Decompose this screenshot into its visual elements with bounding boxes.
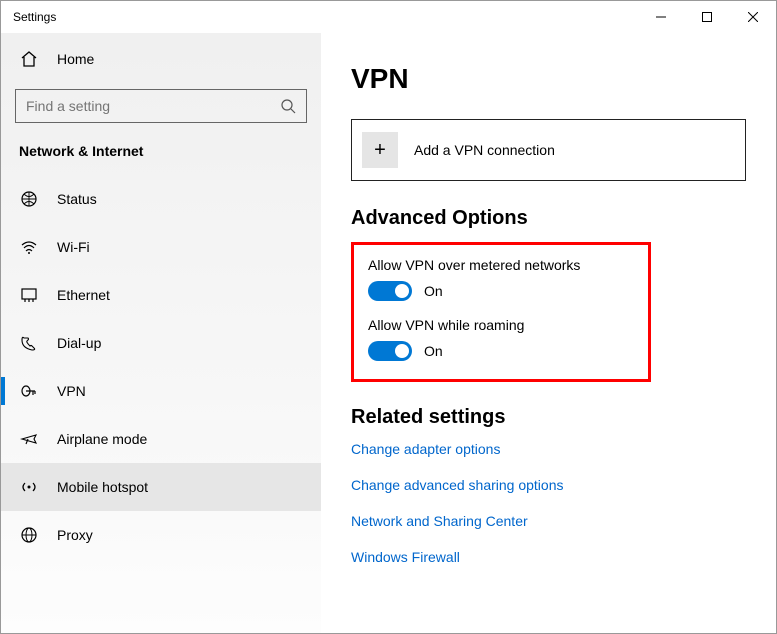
sidebar-item-label: Ethernet [57,287,110,303]
sidebar-item-hotspot[interactable]: Mobile hotspot [1,463,321,511]
window-title: Settings [1,10,638,24]
search-field[interactable] [26,98,280,114]
link-sharing-options[interactable]: Change advanced sharing options [351,477,746,493]
sidebar-item-proxy[interactable]: Proxy [1,511,321,559]
dialup-icon [19,334,39,352]
sidebar-item-label: Proxy [57,527,93,543]
hotspot-icon [19,478,39,496]
main-content: VPN + Add a VPN connection Advanced Opti… [321,33,776,633]
add-vpn-button[interactable]: + Add a VPN connection [351,119,746,181]
maximize-button[interactable] [684,1,730,33]
sidebar-item-airplane[interactable]: Airplane mode [1,415,321,463]
sidebar-item-dialup[interactable]: Dial-up [1,319,321,367]
ethernet-icon [19,286,39,304]
sidebar-item-label: Wi-Fi [57,239,90,255]
wifi-icon [19,238,39,256]
home-icon [19,50,39,68]
search-icon [280,98,296,114]
section-title: Network & Internet [1,143,321,175]
home-nav[interactable]: Home [1,37,321,81]
vpn-icon [19,382,39,400]
advanced-options-highlight: Allow VPN over metered networks On Allow… [351,242,651,382]
home-label: Home [57,51,94,67]
airplane-icon [19,430,39,448]
sidebar-item-label: Mobile hotspot [57,479,148,495]
status-icon [19,190,39,208]
toggle-roaming[interactable] [368,341,412,361]
search-input[interactable] [15,89,307,123]
toggle-metered[interactable] [368,281,412,301]
sidebar: Home Network & Internet Status Wi-Fi Eth… [1,33,321,633]
plus-icon: + [362,132,398,168]
add-vpn-label: Add a VPN connection [414,142,555,158]
toggle-roaming-state: On [424,343,443,359]
titlebar: Settings [1,1,776,33]
toggle-metered-state: On [424,283,443,299]
advanced-heading: Advanced Options [351,207,746,230]
sidebar-item-ethernet[interactable]: Ethernet [1,271,321,319]
sidebar-item-label: Airplane mode [57,431,147,447]
close-button[interactable] [730,1,776,33]
related-heading: Related settings [351,406,746,429]
page-title: VPN [351,63,746,95]
proxy-icon [19,526,39,544]
minimize-button[interactable] [638,1,684,33]
link-network-center[interactable]: Network and Sharing Center [351,513,746,529]
sidebar-item-status[interactable]: Status [1,175,321,223]
sidebar-item-label: Status [57,191,97,207]
opt-roaming-label: Allow VPN while roaming [368,317,634,333]
link-firewall[interactable]: Windows Firewall [351,549,746,565]
sidebar-item-label: VPN [57,383,86,399]
sidebar-item-vpn[interactable]: VPN [1,367,321,415]
sidebar-item-wifi[interactable]: Wi-Fi [1,223,321,271]
opt-metered-label: Allow VPN over metered networks [368,257,634,273]
link-adapter-options[interactable]: Change adapter options [351,441,746,457]
sidebar-item-label: Dial-up [57,335,101,351]
